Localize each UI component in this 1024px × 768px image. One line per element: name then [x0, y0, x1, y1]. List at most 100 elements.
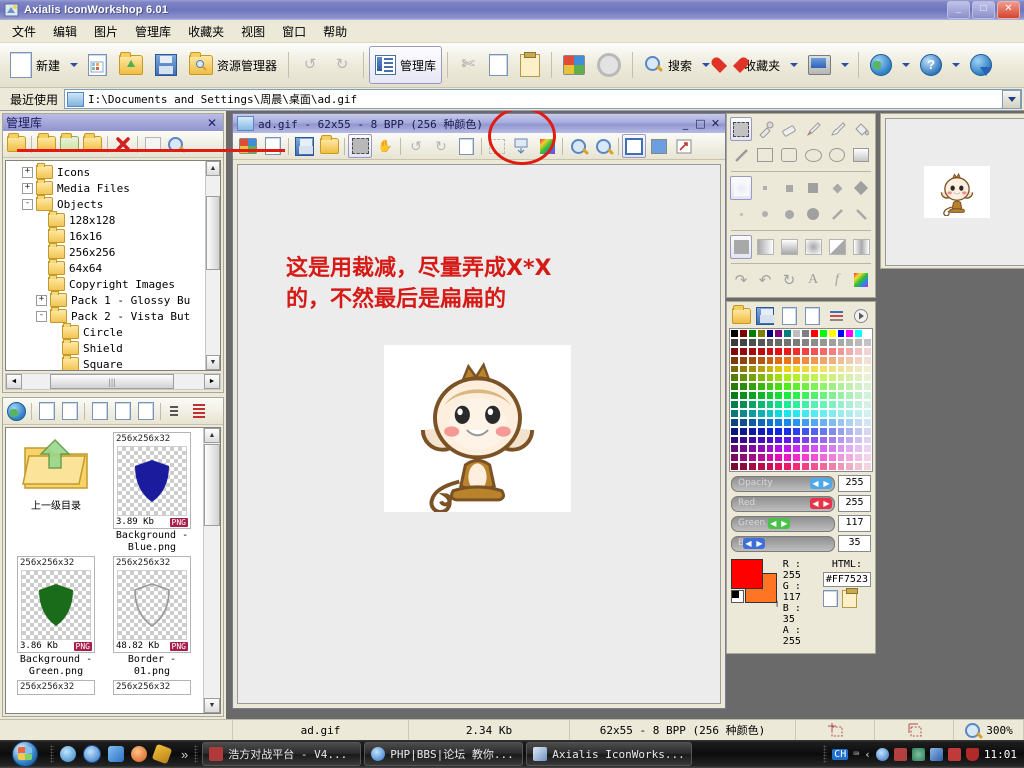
selection-tool-icon[interactable]	[348, 134, 372, 158]
palette-swatch[interactable]	[845, 417, 855, 427]
document-save-icon[interactable]	[292, 134, 316, 158]
palette-swatch[interactable]	[783, 355, 793, 365]
palette-swatch[interactable]	[765, 462, 775, 471]
palette-swatch[interactable]	[854, 462, 864, 471]
brush-slash-1[interactable]	[826, 202, 848, 226]
web-thumb-icon[interactable]	[6, 401, 27, 422]
palette-swatch[interactable]	[783, 382, 793, 392]
brush-diamond-2[interactable]	[850, 176, 872, 200]
palette-swatch[interactable]	[765, 453, 775, 463]
library-hscroll-left[interactable]: ◄	[6, 374, 22, 389]
thumbnail-item[interactable]: 256x256x32 48.82 Kb PNG Border -01.png	[106, 556, 198, 678]
palette-swatch[interactable]	[863, 373, 872, 383]
document-copy-icon[interactable]	[454, 134, 478, 158]
view-fit-icon[interactable]	[672, 134, 696, 158]
pencil-tool[interactable]	[802, 117, 824, 141]
palette-swatch[interactable]	[818, 453, 828, 463]
palette-swatch[interactable]	[747, 426, 757, 436]
palette-swatch[interactable]	[845, 453, 855, 463]
play-palette-icon[interactable]	[850, 306, 871, 327]
palette-swatch[interactable]	[730, 364, 739, 374]
palette-swatch[interactable]	[836, 382, 846, 392]
palette-swatch[interactable]	[845, 391, 855, 400]
web-dropdown-caret[interactable]	[902, 63, 911, 67]
palette-swatch[interactable]	[783, 426, 793, 436]
palette-swatch[interactable]	[765, 426, 775, 436]
palette-swatch[interactable]	[783, 373, 793, 383]
taskbar-clock[interactable]: 11:01	[984, 748, 1017, 761]
palette-swatch[interactable]	[792, 417, 801, 427]
list-thumb-icon[interactable]	[188, 401, 209, 422]
palette-swatch[interactable]	[818, 355, 828, 365]
palette-swatch[interactable]	[792, 373, 801, 383]
palette-swatch[interactable]	[783, 346, 793, 356]
palette-swatch[interactable]	[801, 391, 810, 400]
palette-swatch[interactable]	[836, 337, 846, 347]
palette-swatch[interactable]	[836, 400, 846, 409]
palette-swatch[interactable]	[809, 453, 819, 463]
palette-swatch[interactable]	[845, 373, 855, 383]
palette-swatch[interactable]	[827, 346, 837, 356]
maxthon-icon[interactable]	[83, 745, 101, 763]
palette-swatch[interactable]	[792, 355, 801, 365]
palette-swatch[interactable]	[738, 453, 748, 463]
view-fill-icon[interactable]	[647, 134, 671, 158]
palette-swatch[interactable]	[765, 400, 775, 409]
palette-swatch[interactable]	[792, 444, 801, 454]
palette-swatch[interactable]	[801, 355, 810, 365]
new-image-button[interactable]	[82, 46, 113, 84]
palette-swatch[interactable]	[730, 337, 739, 347]
palette-swatch[interactable]	[747, 373, 757, 383]
palette-swatch[interactable]	[756, 435, 766, 445]
ellipse-tool[interactable]	[802, 143, 824, 167]
palette-swatch[interactable]	[801, 435, 810, 445]
palette-swatch[interactable]	[845, 346, 855, 356]
palette-swatch[interactable]	[801, 444, 810, 454]
palette-swatch[interactable]	[854, 329, 864, 338]
favorites-dropdown-caret[interactable]	[790, 63, 799, 67]
palette-swatch[interactable]	[783, 337, 793, 347]
fill-linear-down[interactable]	[778, 235, 800, 259]
explorer-button[interactable]: 资源管理器	[183, 46, 283, 84]
thumbnail-scroll-thumb[interactable]	[204, 444, 220, 526]
palette-swatch[interactable]	[801, 382, 810, 392]
palette-swatch[interactable]	[809, 382, 819, 392]
palette-swatch[interactable]	[827, 417, 837, 427]
palette-swatch[interactable]	[756, 337, 766, 347]
fill-solid[interactable]	[730, 235, 752, 259]
palette-swatch[interactable]	[765, 329, 775, 338]
palette-swatch[interactable]	[836, 453, 846, 463]
palette-swatch[interactable]	[818, 426, 828, 436]
palette-swatch[interactable]	[792, 426, 801, 436]
palette-swatch[interactable]	[738, 426, 748, 436]
document-minimize[interactable]: _	[678, 117, 693, 130]
palette-swatch[interactable]	[792, 453, 801, 463]
copy-button[interactable]	[483, 46, 514, 84]
palette-swatch[interactable]	[774, 462, 784, 471]
delete-palette-icon[interactable]	[802, 306, 823, 327]
palette-swatch[interactable]	[738, 400, 748, 409]
palette-swatch[interactable]	[774, 391, 784, 400]
palette-swatch[interactable]	[836, 426, 846, 436]
tree-toggle-icon[interactable]: +	[22, 182, 33, 194]
brush-diamond-1[interactable]	[826, 176, 848, 200]
color-slider-value[interactable]: 255	[838, 495, 871, 512]
menu-item-edit[interactable]: 编辑	[53, 23, 77, 40]
media-player-icon[interactable]	[131, 746, 147, 762]
palette-swatch[interactable]	[863, 329, 872, 338]
palette-swatch[interactable]	[756, 382, 766, 392]
library-tree-scroll-up[interactable]: ▲	[206, 161, 220, 176]
color-swatches[interactable]	[731, 559, 777, 603]
thumbnail-up-folder[interactable]: 上一级目录	[10, 432, 102, 554]
add-thumb-icon[interactable]	[89, 401, 110, 422]
open-button[interactable]	[113, 46, 149, 84]
tree-item[interactable]: 128x128	[8, 211, 206, 228]
copy-thumb-icon[interactable]	[36, 401, 57, 422]
palette-swatch[interactable]	[756, 408, 766, 418]
flip-icon[interactable]: ↶	[754, 268, 776, 292]
tree-toggle-icon[interactable]: +	[22, 166, 33, 178]
library-hscroll-right[interactable]: ►	[204, 374, 220, 389]
palette-swatch[interactable]	[845, 444, 855, 454]
palette-swatch[interactable]	[801, 373, 810, 383]
palette-swatch[interactable]	[818, 346, 828, 356]
